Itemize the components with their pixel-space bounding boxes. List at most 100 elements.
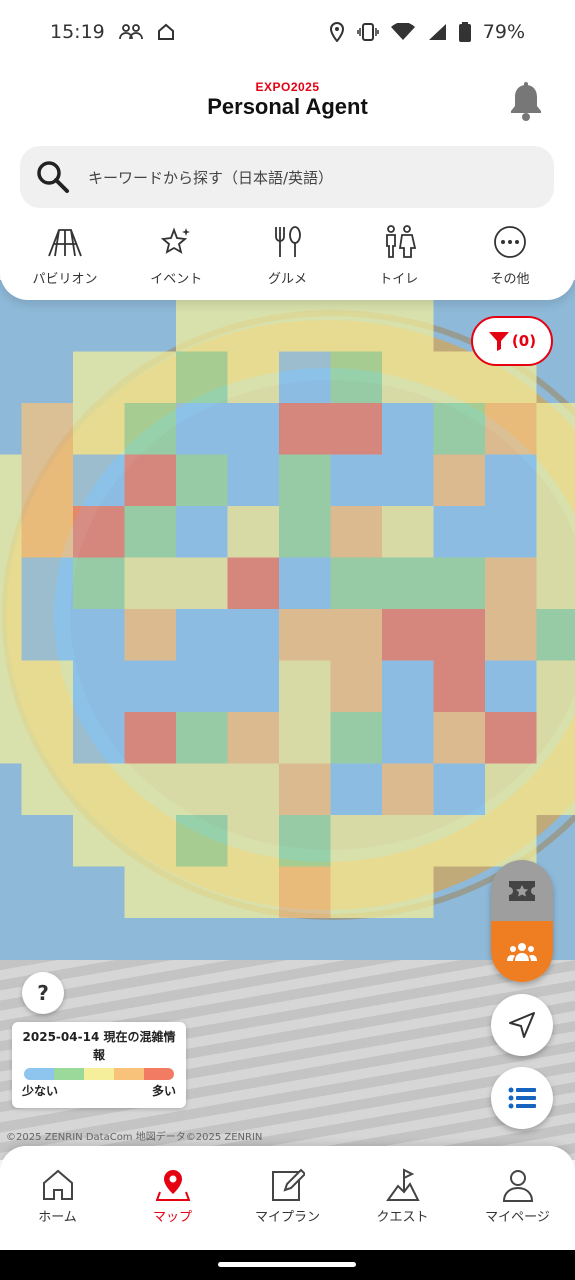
heatmap-cell bbox=[279, 403, 331, 455]
heatmap-cell bbox=[330, 609, 382, 661]
category-label: その他 bbox=[490, 272, 530, 287]
heatmap-cell bbox=[0, 660, 22, 712]
tab-home[interactable]: ホーム bbox=[0, 1146, 115, 1250]
battery-level: 79% bbox=[482, 21, 525, 43]
heatmap-cell bbox=[227, 712, 279, 764]
heatmap-cell bbox=[73, 403, 125, 455]
heatmap-cell bbox=[21, 454, 73, 506]
heatmap-cell bbox=[73, 763, 125, 815]
list-view-button[interactable] bbox=[491, 1067, 553, 1129]
gourmet-icon bbox=[274, 226, 301, 257]
system-nav-bar bbox=[0, 1250, 575, 1280]
filter-button[interactable]: (0) bbox=[471, 316, 553, 366]
heatmap-cell bbox=[536, 506, 575, 558]
category-gourmet[interactable]: グルメ bbox=[233, 224, 343, 290]
heatmap-cell bbox=[124, 351, 176, 403]
legend-high: 多い bbox=[151, 1084, 176, 1098]
heatmap-cell bbox=[279, 815, 331, 867]
map-copyright: ©2025 ZENRIN DataCom 地図データ©2025 ZENRIN bbox=[6, 1132, 263, 1143]
heatmap-cell bbox=[124, 763, 176, 815]
heatmap-cell bbox=[433, 557, 485, 609]
heatmap-cell bbox=[330, 866, 382, 918]
heatmap-cell bbox=[279, 609, 331, 661]
heatmap-cell bbox=[330, 506, 382, 558]
heatmap-cell bbox=[433, 506, 485, 558]
ticket-layer-button[interactable] bbox=[491, 860, 553, 921]
current-location-button[interactable] bbox=[491, 994, 553, 1056]
heatmap-cell bbox=[279, 454, 331, 506]
heatmap-cell bbox=[536, 557, 575, 609]
heatmap-cell bbox=[485, 557, 537, 609]
heatmap-cell bbox=[485, 506, 537, 558]
tab-quest[interactable]: クエスト bbox=[345, 1146, 460, 1250]
heatmap-cell bbox=[124, 712, 176, 764]
tab-label: マイプラン bbox=[254, 1210, 320, 1225]
heatmap-cell bbox=[227, 557, 279, 609]
help-button[interactable]: ? bbox=[22, 972, 64, 1014]
heatmap-cell bbox=[330, 712, 382, 764]
tab-mypage[interactable]: マイページ bbox=[460, 1146, 575, 1250]
heatmap-cell bbox=[433, 763, 485, 815]
heatmap-cell bbox=[227, 403, 279, 455]
heatmap-cell bbox=[433, 403, 485, 455]
heatmap-cell bbox=[227, 454, 279, 506]
heatmap-cell bbox=[279, 351, 331, 403]
heatmap-cell bbox=[73, 557, 125, 609]
heatmap-cell bbox=[279, 866, 331, 918]
vibrate-icon bbox=[357, 23, 379, 41]
heatmap-cell bbox=[536, 712, 575, 764]
category-label: グルメ bbox=[267, 272, 307, 287]
heatmap-cell bbox=[176, 351, 228, 403]
heatmap-cell bbox=[176, 763, 228, 815]
heatmap-cell bbox=[176, 506, 228, 558]
category-more[interactable]: その他 bbox=[455, 224, 565, 290]
tab-map[interactable]: マップ bbox=[115, 1146, 230, 1250]
category-label: イベント bbox=[150, 272, 203, 287]
heatmap-cell bbox=[227, 763, 279, 815]
heatmap-cell bbox=[382, 712, 434, 764]
brand-logo: EXPO2025 Personal Agent bbox=[0, 80, 575, 120]
heatmap-cell bbox=[330, 300, 382, 352]
heatmap-cell bbox=[433, 609, 485, 661]
heatmap-cell bbox=[330, 351, 382, 403]
home-gesture-pill[interactable] bbox=[218, 1262, 356, 1267]
heatmap-cell bbox=[73, 454, 125, 506]
heatmap-cell bbox=[176, 609, 228, 661]
heatmap-cell bbox=[124, 815, 176, 867]
heatmap-cell bbox=[227, 506, 279, 558]
heatmap-cell bbox=[382, 403, 434, 455]
heatmap-cell bbox=[124, 866, 176, 918]
heatmap-cell bbox=[485, 763, 537, 815]
location-icon bbox=[329, 22, 344, 42]
home-status-icon bbox=[157, 23, 174, 40]
event-icon bbox=[161, 227, 191, 254]
signal-icon bbox=[428, 24, 446, 40]
heatmap-cell bbox=[124, 609, 176, 661]
tab-myplan[interactable]: マイプラン bbox=[230, 1146, 345, 1250]
heatmap-cell bbox=[124, 557, 176, 609]
heatmap-cell bbox=[124, 660, 176, 712]
legend-low: 少ない bbox=[22, 1084, 59, 1098]
notification-bell-icon[interactable] bbox=[509, 82, 543, 122]
tab-label: ホーム bbox=[38, 1210, 77, 1225]
category-event[interactable]: イベント bbox=[121, 224, 231, 290]
heatmap-cell bbox=[536, 609, 575, 661]
layer-toggle bbox=[491, 860, 553, 982]
heatmap-cell bbox=[227, 351, 279, 403]
heatmap-cell bbox=[382, 506, 434, 558]
bottom-tab-bar: ホーム マップ マイプラン クエスト マイページ bbox=[0, 1146, 575, 1250]
category-pavilion[interactable]: パビリオン bbox=[10, 224, 120, 290]
heatmap-cell bbox=[382, 609, 434, 661]
search-input[interactable]: キーワードから探す（日本語/英語） bbox=[20, 146, 554, 208]
list-icon bbox=[508, 1087, 536, 1109]
heatmap-cell bbox=[536, 660, 575, 712]
heatmap-cell bbox=[485, 454, 537, 506]
heatmap-cell bbox=[21, 712, 73, 764]
heatmap-cell bbox=[433, 712, 485, 764]
filter-icon bbox=[488, 332, 509, 351]
brand-small: EXPO2025 bbox=[255, 80, 320, 94]
battery-icon bbox=[458, 22, 471, 42]
congestion-layer-button[interactable] bbox=[491, 921, 553, 982]
category-toilet[interactable]: トイレ bbox=[344, 224, 454, 290]
filter-count: (0) bbox=[511, 332, 537, 350]
